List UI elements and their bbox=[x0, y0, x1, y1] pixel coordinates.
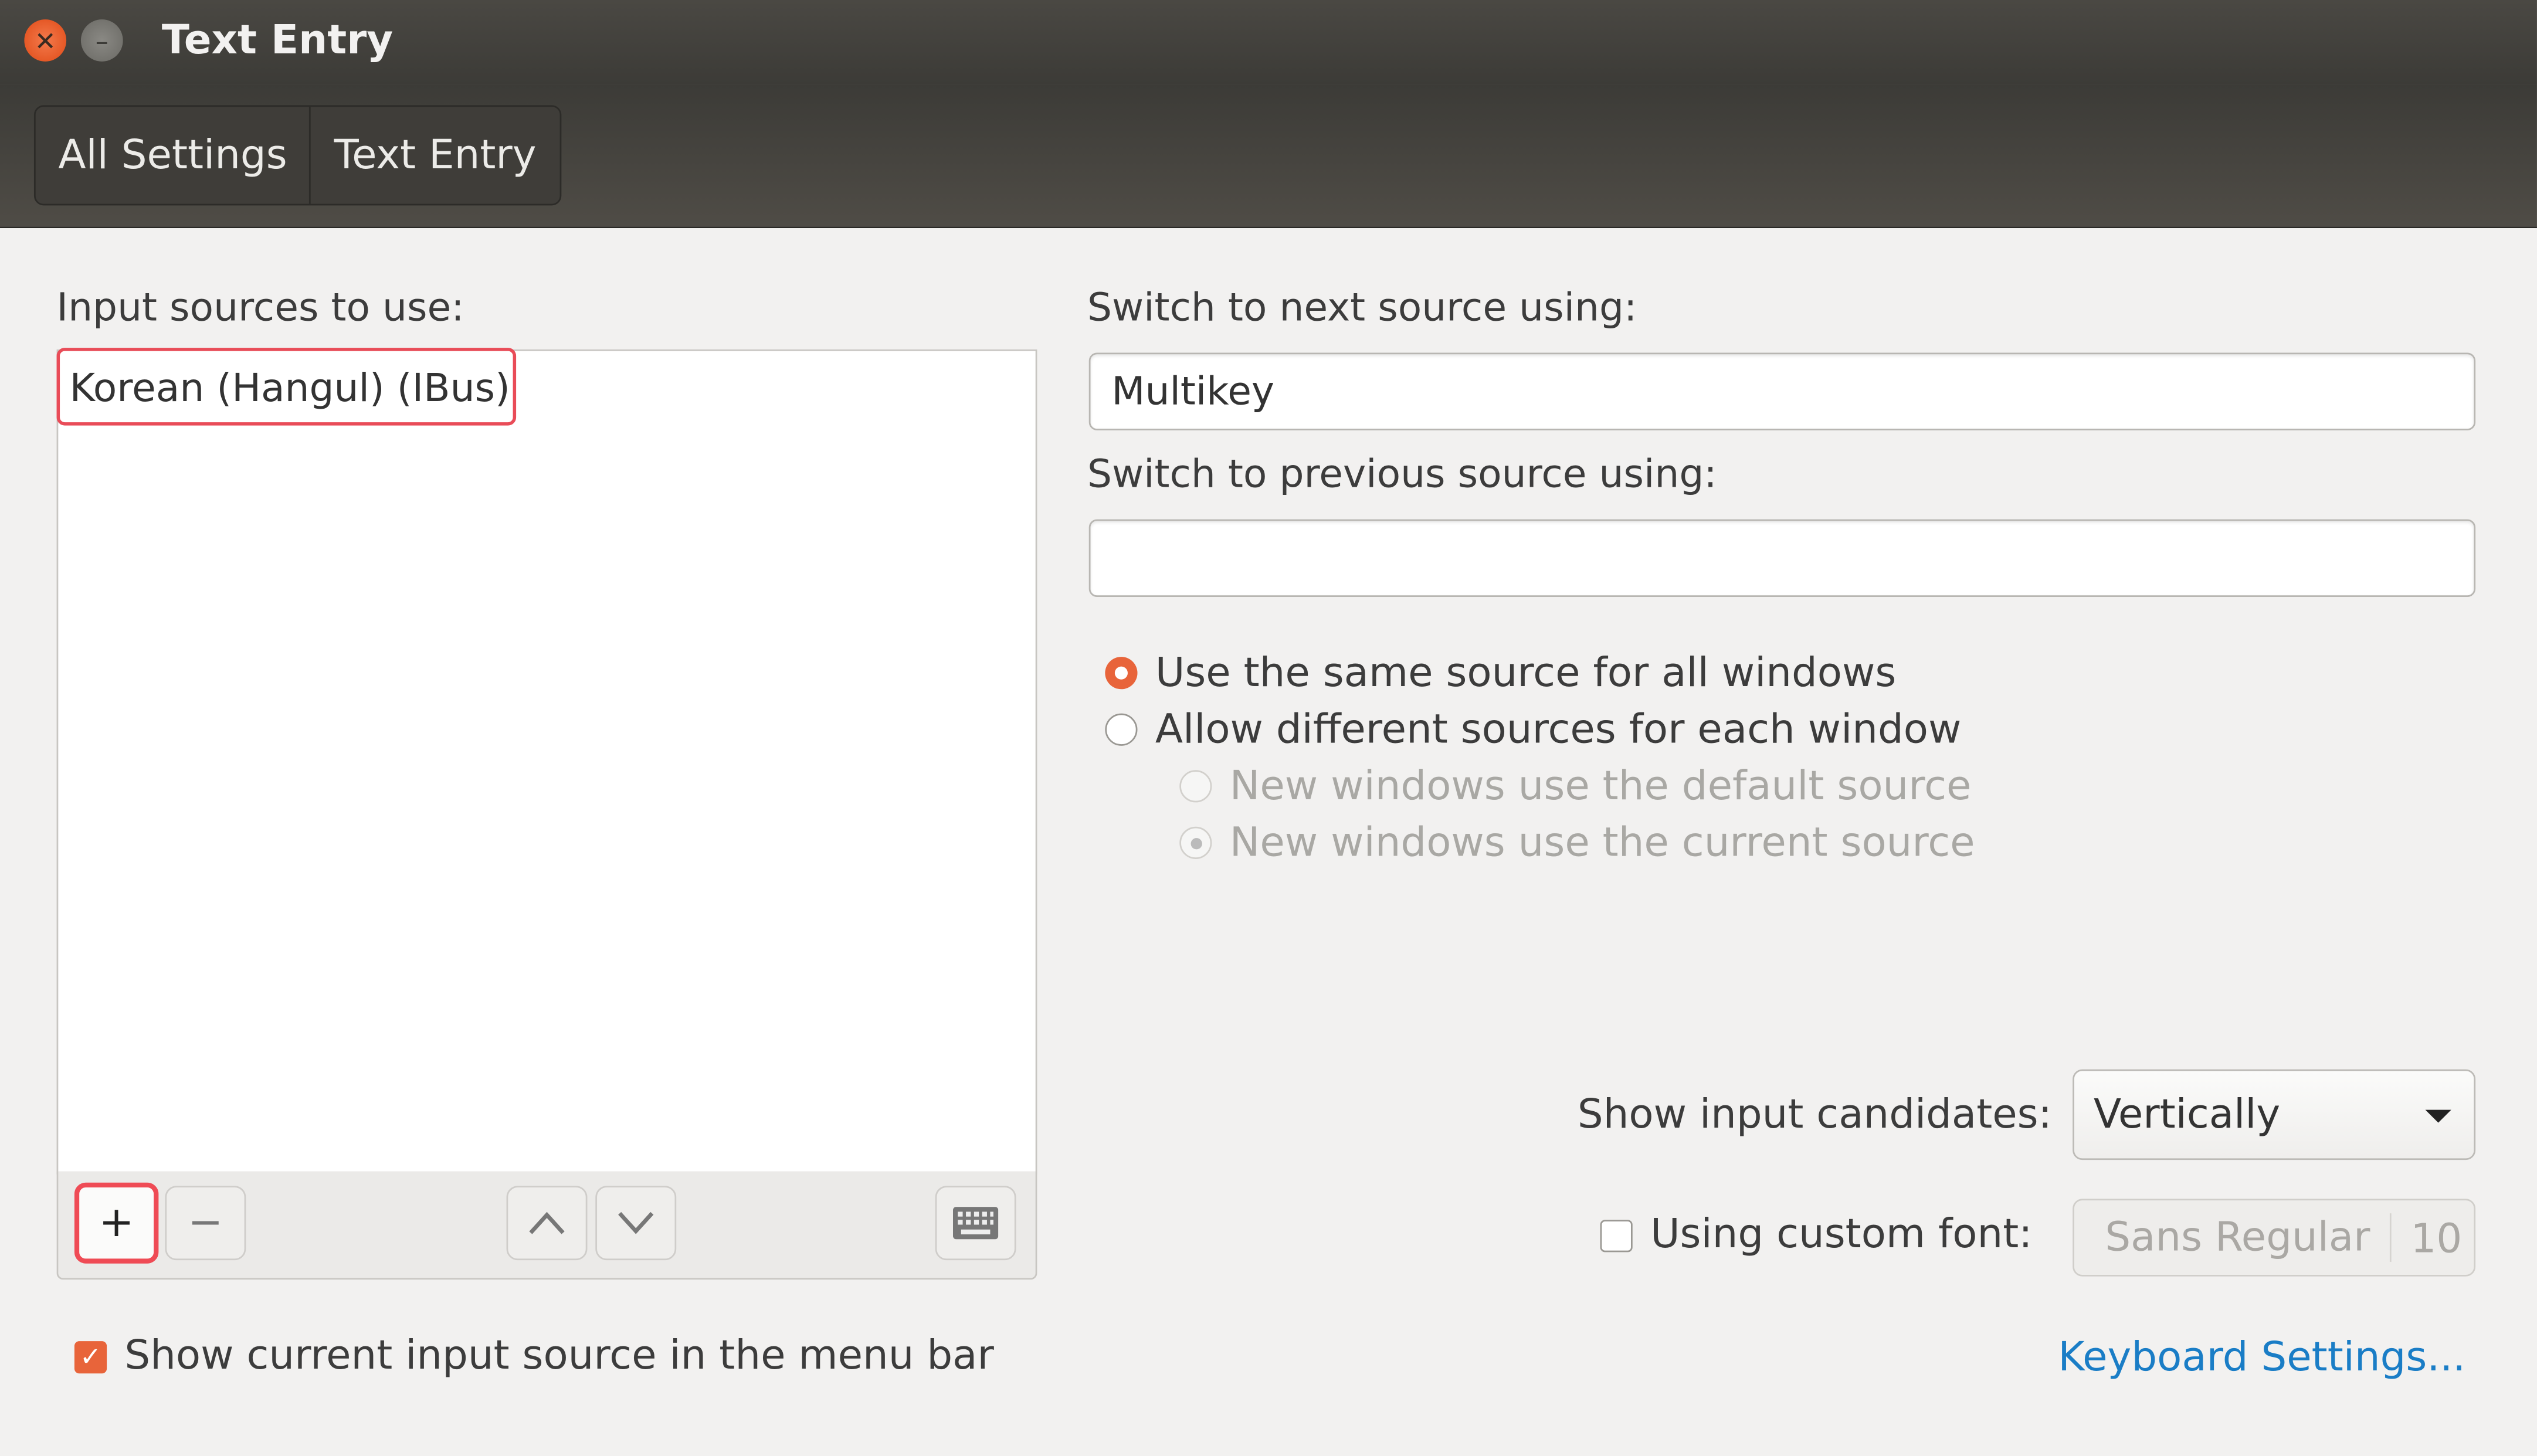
next-source-label: Switch to next source using: bbox=[1087, 284, 1637, 330]
previous-source-shortcut-field[interactable] bbox=[1088, 519, 2476, 598]
custom-font-checkbox[interactable] bbox=[1600, 1220, 1633, 1253]
input-candidates-dropdown[interactable]: Vertically bbox=[2073, 1069, 2476, 1160]
show-in-menubar-checkbox[interactable]: ✓ bbox=[74, 1341, 107, 1374]
text-entry-window: ✕ – Text Entry All Settings Text Entry I… bbox=[0, 0, 2537, 1456]
keyboard-layout-button[interactable] bbox=[935, 1186, 1016, 1261]
breadcrumb: All Settings Text Entry bbox=[33, 105, 561, 206]
current-source-radio bbox=[1179, 826, 1212, 859]
default-source-radio bbox=[1179, 770, 1212, 803]
different-sources-label[interactable]: Allow different sources for each window bbox=[1155, 705, 1962, 752]
custom-font-label[interactable]: Using custom font: bbox=[1650, 1210, 2032, 1257]
keyboard-icon bbox=[952, 1207, 999, 1240]
down-chevron-icon bbox=[618, 1211, 654, 1234]
next-source-shortcut-field[interactable]: Multikey bbox=[1088, 352, 2476, 430]
breadcrumb-text-entry[interactable]: Text Entry bbox=[310, 107, 559, 204]
window-title: Text Entry bbox=[161, 16, 394, 63]
show-in-menubar-label[interactable]: Show current input source in the menu ba… bbox=[124, 1332, 993, 1379]
font-name: Sans Regular bbox=[2074, 1213, 2392, 1262]
up-chevron-icon bbox=[529, 1211, 565, 1234]
chevron-down-icon bbox=[2425, 1109, 2451, 1123]
close-icon[interactable]: ✕ bbox=[24, 19, 67, 62]
move-up-button[interactable] bbox=[506, 1186, 588, 1261]
current-source-label: New windows use the current source bbox=[1229, 819, 1975, 866]
previous-source-label: Switch to previous source using: bbox=[1087, 451, 1717, 497]
input-candidates-value: Vertically bbox=[2094, 1090, 2281, 1138]
different-sources-radio[interactable] bbox=[1105, 713, 1138, 746]
default-source-label: New windows use the default source bbox=[1229, 762, 1972, 809]
move-down-button[interactable] bbox=[595, 1186, 677, 1261]
same-source-label[interactable]: Use the same source for all windows bbox=[1155, 649, 1897, 695]
keyboard-settings-link[interactable]: Keyboard Settings... bbox=[2058, 1333, 2465, 1380]
minimize-icon[interactable]: – bbox=[80, 19, 123, 62]
font-chooser-button: Sans Regular 10 bbox=[2073, 1199, 2476, 1277]
same-source-radio[interactable] bbox=[1105, 657, 1138, 690]
input-sources-list[interactable] bbox=[56, 349, 1037, 1175]
add-source-button[interactable]: + bbox=[74, 1182, 159, 1264]
remove-source-button[interactable]: − bbox=[165, 1186, 246, 1261]
list-item[interactable]: Korean (Hangul) (IBus) bbox=[56, 348, 517, 426]
breadcrumb-all-settings[interactable]: All Settings bbox=[36, 107, 310, 204]
input-sources-label: Input sources to use: bbox=[56, 284, 464, 330]
input-candidates-label: Show input candidates: bbox=[1577, 1090, 2052, 1138]
font-size: 10 bbox=[2410, 1214, 2463, 1261]
